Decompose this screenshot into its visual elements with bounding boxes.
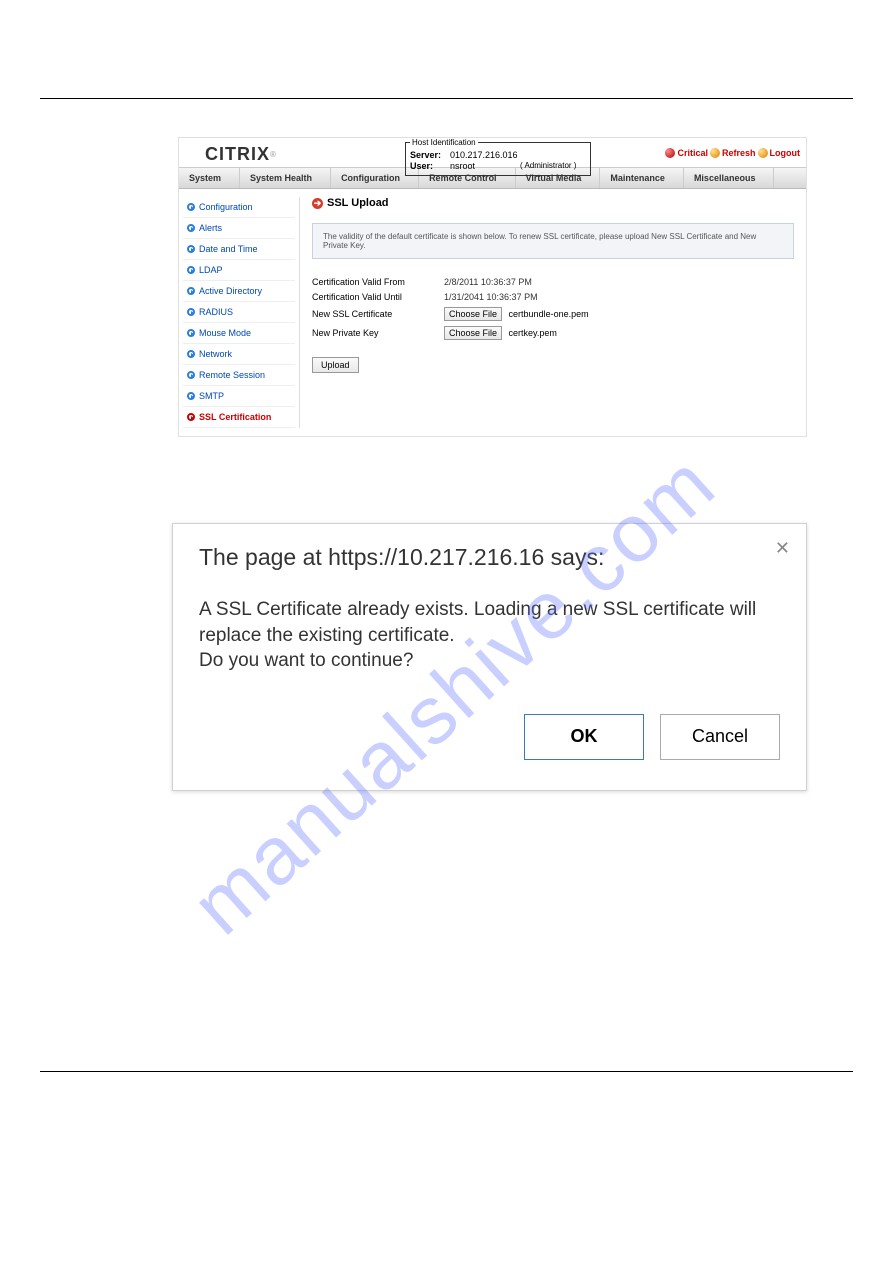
bullet-icon bbox=[187, 392, 195, 400]
server-value: 010.217.216.016 bbox=[450, 150, 520, 160]
new-cert-label: New SSL Certificate bbox=[312, 309, 444, 319]
critical-link[interactable]: Critical bbox=[677, 148, 708, 158]
valid-until-label: Certification Valid Until bbox=[312, 292, 444, 302]
sidebar-item-active-directory[interactable]: Active Directory bbox=[183, 281, 295, 302]
server-label: Server: bbox=[410, 150, 450, 160]
bullet-icon bbox=[187, 350, 195, 358]
sidebar-item-ldap[interactable]: LDAP bbox=[183, 260, 295, 281]
refresh-icon bbox=[710, 148, 720, 158]
bullet-icon bbox=[187, 266, 195, 274]
horizontal-rule-top bbox=[40, 98, 853, 99]
bullet-icon bbox=[187, 245, 195, 253]
upload-button[interactable]: Upload bbox=[312, 357, 359, 373]
sidebar-item-label: SSL Certification bbox=[199, 412, 271, 422]
menu-miscellaneous[interactable]: Miscellaneous bbox=[684, 168, 775, 188]
status-bar: Critical Refresh Logout bbox=[665, 148, 800, 158]
choose-file-cert-button[interactable]: Choose File bbox=[444, 307, 502, 321]
bullet-icon bbox=[187, 224, 195, 232]
sidebar-item-label: Date and Time bbox=[199, 244, 258, 254]
valid-until-value: 1/31/2041 10:36:37 PM bbox=[444, 292, 538, 302]
bullet-icon bbox=[187, 308, 195, 316]
dialog-message: A SSL Certificate already exists. Loadin… bbox=[199, 597, 780, 674]
cancel-button[interactable]: Cancel bbox=[660, 714, 780, 760]
horizontal-rule-bottom bbox=[40, 1071, 853, 1072]
valid-from-value: 2/8/2011 10:36:37 PM bbox=[444, 277, 532, 287]
close-icon[interactable]: ✕ bbox=[775, 538, 790, 559]
sidebar-item-smtp[interactable]: SMTP bbox=[183, 386, 295, 407]
logout-link[interactable]: Logout bbox=[770, 148, 801, 158]
logout-icon bbox=[758, 148, 768, 158]
bullet-icon bbox=[187, 371, 195, 379]
cert-file-name: certbundle-one.pem bbox=[509, 309, 589, 319]
arrow-right-icon: ➔ bbox=[312, 198, 323, 209]
page-title-text: SSL Upload bbox=[327, 197, 389, 209]
citrix-logo: CITRIX® bbox=[205, 144, 277, 165]
bullet-icon bbox=[187, 413, 195, 421]
dialog-title: The page at https://10.217.216.16 says: bbox=[199, 544, 780, 571]
sidebar-item-label: Active Directory bbox=[199, 286, 262, 296]
new-key-label: New Private Key bbox=[312, 328, 444, 338]
sidebar-item-label: Configuration bbox=[199, 202, 253, 212]
sidebar-item-ssl-certification[interactable]: SSL Certification bbox=[183, 407, 295, 428]
user-value: nsroot bbox=[450, 161, 520, 171]
sidebar-item-label: Network bbox=[199, 349, 232, 359]
sidebar-item-alerts[interactable]: Alerts bbox=[183, 218, 295, 239]
sidebar-item-label: LDAP bbox=[199, 265, 223, 275]
host-id-legend: Host Identification bbox=[410, 138, 478, 147]
sidebar-item-label: SMTP bbox=[199, 391, 224, 401]
sidebar-item-label: Alerts bbox=[199, 223, 222, 233]
menu-system-health[interactable]: System Health bbox=[240, 168, 331, 188]
sidebar: Configuration Alerts Date and Time LDAP … bbox=[179, 189, 299, 436]
user-label: User: bbox=[410, 161, 450, 171]
menu-system[interactable]: System bbox=[179, 168, 240, 188]
dialog-buttons: OK Cancel bbox=[199, 714, 780, 760]
sidebar-item-date-and-time[interactable]: Date and Time bbox=[183, 239, 295, 260]
sidebar-item-label: RADIUS bbox=[199, 307, 233, 317]
body: Configuration Alerts Date and Time LDAP … bbox=[179, 189, 806, 436]
valid-from-label: Certification Valid From bbox=[312, 277, 444, 287]
top-bar: CITRIX® Host Identification Server: 010.… bbox=[179, 138, 806, 167]
user-role: ( Administrator ) bbox=[520, 161, 576, 171]
confirm-dialog: ✕ The page at https://10.217.216.16 says… bbox=[172, 523, 807, 791]
app-window: CITRIX® Host Identification Server: 010.… bbox=[178, 137, 807, 437]
bullet-icon bbox=[187, 287, 195, 295]
info-box: The validity of the default certificate … bbox=[312, 223, 794, 259]
bullet-icon bbox=[187, 329, 195, 337]
sidebar-item-radius[interactable]: RADIUS bbox=[183, 302, 295, 323]
sidebar-item-network[interactable]: Network bbox=[183, 344, 295, 365]
sidebar-item-label: Remote Session bbox=[199, 370, 265, 380]
logo-text: CITRIX bbox=[205, 144, 270, 165]
critical-icon bbox=[665, 148, 675, 158]
main-content: ➔ SSL Upload The validity of the default… bbox=[300, 189, 806, 436]
ok-button[interactable]: OK bbox=[524, 714, 644, 760]
ssl-form: Certification Valid From 2/8/2011 10:36:… bbox=[312, 277, 794, 373]
sidebar-item-remote-session[interactable]: Remote Session bbox=[183, 365, 295, 386]
menu-maintenance[interactable]: Maintenance bbox=[600, 168, 684, 188]
sidebar-item-label: Mouse Mode bbox=[199, 328, 251, 338]
page-title: ➔ SSL Upload bbox=[312, 197, 794, 209]
host-identification-box: Host Identification Server: 010.217.216.… bbox=[405, 138, 591, 176]
refresh-link[interactable]: Refresh bbox=[722, 148, 756, 158]
sidebar-item-mouse-mode[interactable]: Mouse Mode bbox=[183, 323, 295, 344]
choose-file-key-button[interactable]: Choose File bbox=[444, 326, 502, 340]
sidebar-item-configuration[interactable]: Configuration bbox=[183, 197, 295, 218]
bullet-icon bbox=[187, 203, 195, 211]
key-file-name: certkey.pem bbox=[509, 328, 557, 338]
